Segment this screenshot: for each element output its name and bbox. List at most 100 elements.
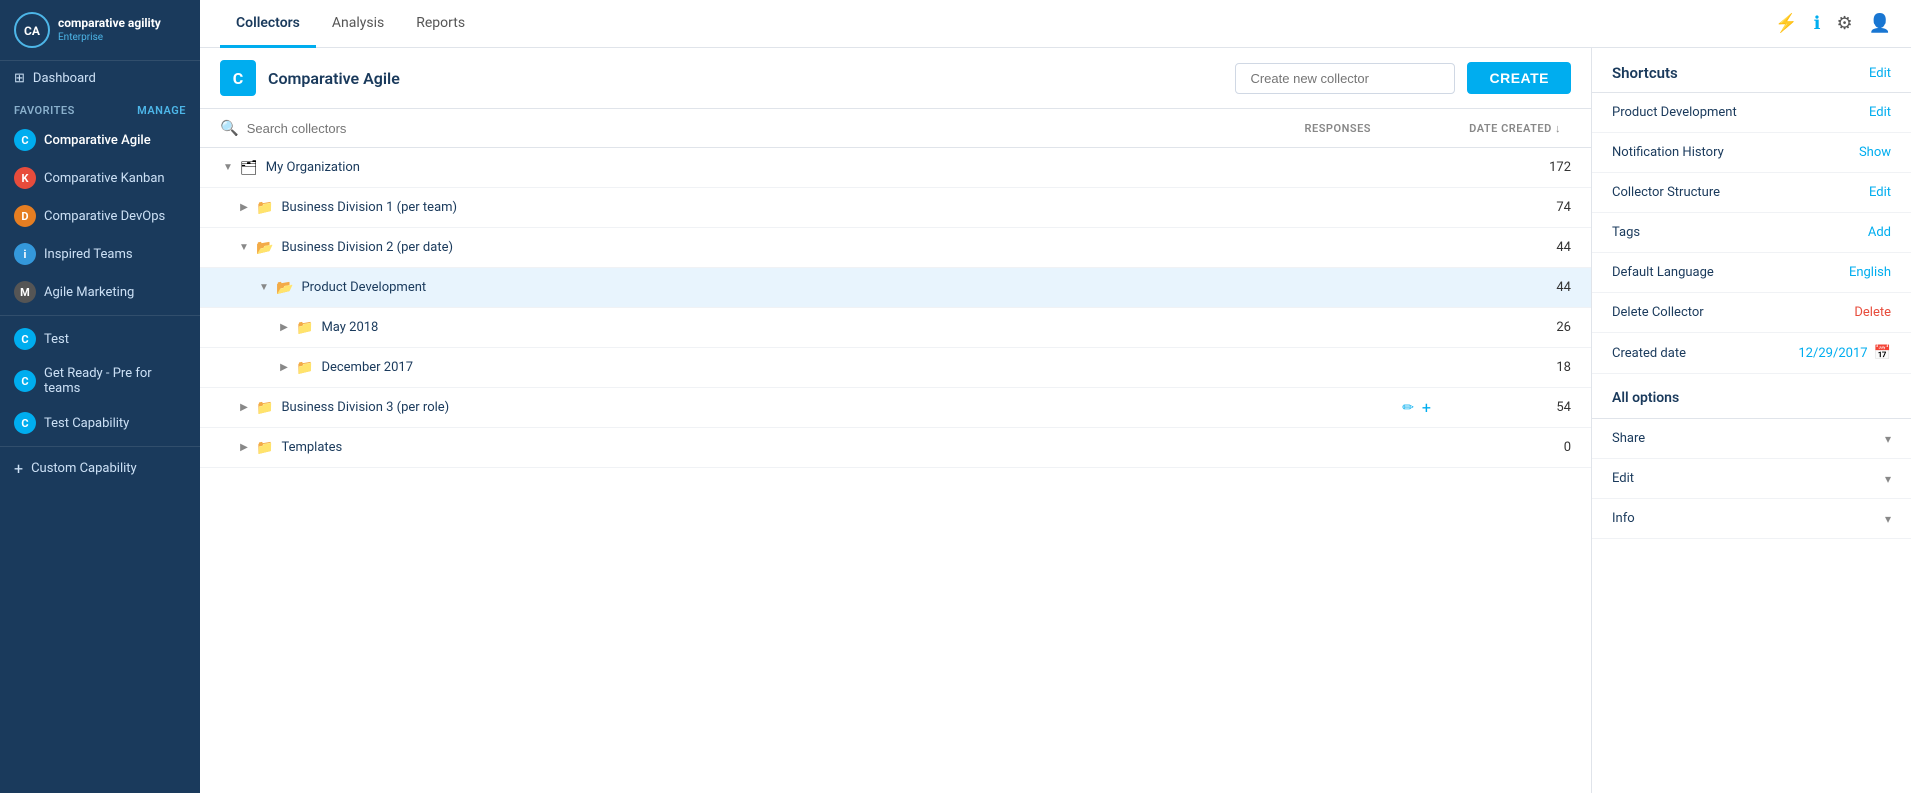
tab-reports[interactable]: Reports (400, 1, 481, 48)
shortcut-row: Collector Structure Edit (1592, 173, 1911, 213)
sidebar-item-label: Comparative Kanban (44, 171, 165, 186)
dashboard-label: Dashboard (33, 71, 96, 86)
shortcut-row: Delete Collector Delete (1592, 293, 1911, 333)
sidebar-item-test[interactable]: C Test (0, 320, 200, 358)
row-label: Product Development (301, 280, 1431, 295)
tab-collectors[interactable]: Collectors (220, 1, 316, 48)
created-date-value: 12/29/2017 📅 (1798, 345, 1891, 361)
nav-tabs: Collectors Analysis Reports (220, 1, 481, 47)
shortcuts-edit-button[interactable]: Edit (1869, 66, 1891, 81)
tree-row[interactable]: ▶ 📁 December 2017 18 (200, 348, 1591, 388)
shortcut-action[interactable]: English (1849, 265, 1891, 280)
calendar-icon[interactable]: 📅 (1874, 345, 1891, 361)
sidebar-item-label: Test (44, 332, 69, 347)
tree-row[interactable]: ▼ 🗂 My Organization 172 (200, 148, 1591, 188)
sidebar-item-dashboard[interactable]: ⊞ Dashboard (0, 61, 200, 96)
tree-row-selected[interactable]: ▼ 📂 Product Development 44 (200, 268, 1591, 308)
content-area: C Comparative Agile CREATE 🔍 RESPONSES D… (200, 48, 1911, 793)
tree-row[interactable]: ▶ 📁 May 2018 26 (200, 308, 1591, 348)
shortcut-action[interactable]: Show (1859, 145, 1891, 160)
manage-button[interactable]: Manage (137, 104, 186, 117)
new-collector-input[interactable] (1235, 63, 1455, 94)
tree-row[interactable]: ▶ 📁 Business Division 1 (per team) 74 (200, 188, 1591, 228)
avatar: C (14, 370, 36, 392)
expandable-label: Share (1612, 431, 1645, 446)
row-label: My Organization (266, 160, 1431, 175)
folder-icon: 📁 (256, 440, 273, 456)
expandable-label: Info (1612, 511, 1635, 526)
tab-analysis[interactable]: Analysis (316, 1, 400, 48)
svg-text:CA: CA (24, 24, 41, 38)
shortcut-action[interactable]: Add (1868, 225, 1891, 240)
shortcut-label: Default Language (1612, 265, 1714, 280)
nav-icons: ⚡ ℹ ⚙ 👤 (1775, 13, 1891, 34)
row-count: 0 (1431, 440, 1571, 455)
expand-arrow[interactable]: ▶ (276, 360, 292, 376)
col-date-header: DATE CREATED ↓ (1391, 122, 1571, 135)
tree-row[interactable]: ▼ 📂 Business Division 2 (per date) 44 (200, 228, 1591, 268)
expand-arrow[interactable]: ▶ (236, 200, 252, 216)
chevron-down-icon: ▾ (1885, 512, 1891, 526)
avatar: i (14, 243, 36, 265)
add-capability-label: Custom Capability (31, 461, 137, 476)
sidebar-item-label: Inspired Teams (44, 247, 133, 262)
divider (0, 315, 200, 316)
search-input[interactable] (247, 121, 1223, 136)
info-icon[interactable]: ℹ (1814, 13, 1821, 34)
sidebar-item-label: Comparative DevOps (44, 209, 165, 224)
avatar: C (14, 129, 36, 151)
shortcut-action[interactable]: Edit (1869, 105, 1891, 120)
sidebar-item-agile-marketing[interactable]: M Agile Marketing (0, 273, 200, 311)
folder-icon: 📁 (296, 320, 313, 336)
tree-row[interactable]: ▶ 📁 Templates 0 (200, 428, 1591, 468)
folder-icon: 📂 (276, 280, 293, 296)
flash-icon[interactable]: ⚡ (1775, 13, 1797, 34)
top-nav: Collectors Analysis Reports ⚡ ℹ ⚙ 👤 (200, 0, 1911, 48)
sidebar-item-test-capability[interactable]: C Test Capability (0, 404, 200, 442)
add-icon[interactable]: + (1422, 398, 1431, 417)
row-label: Business Division 2 (per date) (281, 240, 1431, 255)
sidebar-item-label: Agile Marketing (44, 285, 134, 300)
all-options-header: All options (1592, 378, 1911, 419)
create-button[interactable]: CREATE (1467, 62, 1571, 94)
add-custom-capability[interactable]: + Custom Capability (0, 451, 200, 486)
tree-row[interactable]: ▶ 📁 Business Division 3 (per role) ✏ + 5… (200, 388, 1591, 428)
row-count: 44 (1431, 280, 1571, 295)
settings-icon[interactable]: ⚙ (1836, 13, 1852, 34)
collector-panel: C Comparative Agile CREATE 🔍 RESPONSES D… (200, 48, 1591, 793)
row-label: May 2018 (321, 320, 1431, 335)
created-date-row: Created date 12/29/2017 📅 (1592, 333, 1911, 374)
expand-arrow[interactable]: ▶ (276, 320, 292, 336)
shortcut-label: Delete Collector (1612, 305, 1704, 320)
row-count: 44 (1431, 240, 1571, 255)
row-label: December 2017 (321, 360, 1431, 375)
expand-arrow[interactable]: ▼ (220, 160, 236, 176)
shortcut-action-delete[interactable]: Delete (1854, 305, 1891, 320)
user-icon[interactable]: 👤 (1869, 13, 1891, 34)
shortcut-label: Notification History (1612, 145, 1724, 160)
shortcut-row: Default Language English (1592, 253, 1911, 293)
avatar: M (14, 281, 36, 303)
tree-list: ▼ 🗂 My Organization 172 ▶ 📁 Business Div… (200, 148, 1591, 793)
shortcut-row: Notification History Show (1592, 133, 1911, 173)
expandable-row-info[interactable]: Info ▾ (1592, 499, 1911, 539)
shortcut-action[interactable]: Edit (1869, 185, 1891, 200)
sidebar-item-inspired-teams[interactable]: i Inspired Teams (0, 235, 200, 273)
row-actions: ✏ + (1402, 398, 1431, 417)
right-panel-header: Shortcuts Edit (1592, 48, 1911, 93)
avatar: K (14, 167, 36, 189)
edit-icon[interactable]: ✏ (1402, 400, 1414, 416)
sidebar-item-get-ready[interactable]: C Get Ready - Pre for teams (0, 358, 200, 404)
sidebar-item-label: Get Ready - Pre for teams (44, 366, 186, 396)
created-date-label: Created date (1612, 346, 1686, 361)
expand-arrow[interactable]: ▶ (236, 400, 252, 416)
expand-arrow[interactable]: ▼ (256, 280, 272, 296)
expand-arrow[interactable]: ▼ (236, 240, 252, 256)
sidebar-item-comparative-kanban[interactable]: K Comparative Kanban (0, 159, 200, 197)
sidebar-item-comparative-agile[interactable]: C Comparative Agile (0, 121, 200, 159)
shortcut-label: Product Development (1612, 105, 1737, 120)
expandable-row-edit[interactable]: Edit ▾ (1592, 459, 1911, 499)
sidebar-item-comparative-devops[interactable]: D Comparative DevOps (0, 197, 200, 235)
expandable-row-share[interactable]: Share ▾ (1592, 419, 1911, 459)
expand-arrow[interactable]: ▶ (236, 440, 252, 456)
